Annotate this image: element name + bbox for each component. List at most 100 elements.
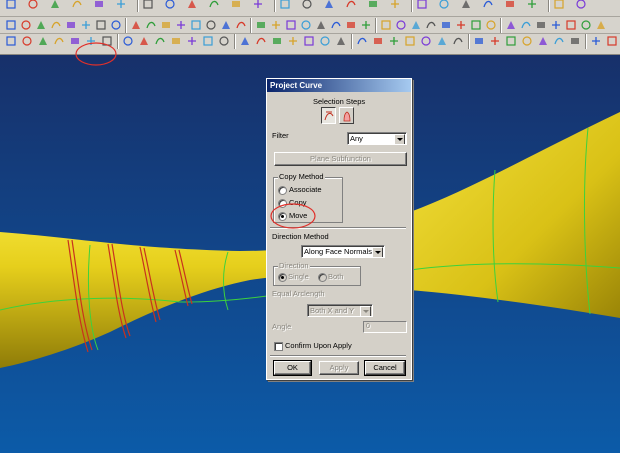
color-icon[interactable] bbox=[269, 19, 282, 31]
sew-icon[interactable] bbox=[520, 35, 533, 47]
save-icon[interactable] bbox=[439, 19, 452, 31]
undo-icon[interactable] bbox=[141, 0, 154, 10]
radio-single[interactable] bbox=[278, 273, 287, 282]
hide-icon[interactable] bbox=[329, 19, 342, 31]
plane-subfunction-button[interactable]: Plane Subfunction bbox=[274, 152, 407, 166]
revolve-icon[interactable] bbox=[49, 19, 62, 31]
redo-icon[interactable] bbox=[519, 19, 532, 31]
cone-icon[interactable] bbox=[552, 0, 565, 10]
copy-icon[interactable] bbox=[92, 0, 105, 10]
box-icon[interactable] bbox=[579, 19, 592, 31]
undo-icon[interactable] bbox=[504, 19, 517, 31]
measure-icon[interactable] bbox=[234, 19, 247, 31]
trim-surface-icon[interactable] bbox=[488, 35, 501, 47]
apply-button[interactable]: Apply bbox=[319, 361, 359, 375]
filter-select[interactable]: Any bbox=[347, 132, 407, 145]
trim-curve-icon[interactable] bbox=[217, 35, 230, 47]
extrude-icon[interactable] bbox=[64, 19, 77, 31]
analysis-icon[interactable] bbox=[552, 35, 565, 47]
arrow-icon[interactable] bbox=[564, 19, 577, 31]
analysis-icon[interactable] bbox=[254, 19, 267, 31]
sweep-icon[interactable] bbox=[79, 19, 92, 31]
sweep-icon[interactable] bbox=[403, 35, 416, 47]
zoom-icon[interactable] bbox=[344, 0, 357, 10]
circle-icon[interactable] bbox=[52, 35, 65, 47]
radio-copy[interactable] bbox=[278, 199, 287, 208]
ruled-icon[interactable] bbox=[387, 35, 400, 47]
shade-icon[interactable] bbox=[536, 35, 549, 47]
arrow-icon[interactable] bbox=[229, 0, 242, 10]
open-icon[interactable] bbox=[424, 19, 437, 31]
pan-icon[interactable] bbox=[388, 0, 401, 10]
helix-icon[interactable] bbox=[318, 35, 331, 47]
fillet-curve-icon[interactable] bbox=[153, 35, 166, 47]
box-icon[interactable] bbox=[251, 0, 264, 10]
blend-icon[interactable] bbox=[174, 19, 187, 31]
grid-icon[interactable] bbox=[594, 19, 607, 31]
offset-icon[interactable] bbox=[159, 19, 172, 31]
extend-icon[interactable] bbox=[504, 35, 517, 47]
show-icon[interactable] bbox=[344, 19, 357, 31]
project-curve-icon[interactable] bbox=[84, 35, 97, 47]
offset-curve-icon[interactable] bbox=[121, 35, 134, 47]
block-icon[interactable] bbox=[4, 19, 17, 31]
combine-icon[interactable] bbox=[169, 35, 182, 47]
paste-icon[interactable] bbox=[484, 19, 497, 31]
radio-move[interactable] bbox=[278, 212, 287, 221]
divide-icon[interactable] bbox=[238, 35, 251, 47]
point-icon[interactable] bbox=[549, 19, 562, 31]
edit-icon[interactable] bbox=[568, 35, 581, 47]
new-icon[interactable] bbox=[409, 19, 422, 31]
rotate-icon[interactable] bbox=[415, 0, 428, 10]
view-fit-icon[interactable] bbox=[322, 0, 335, 10]
open-icon[interactable] bbox=[26, 0, 39, 10]
torus-icon[interactable] bbox=[574, 0, 587, 10]
through-curves-icon[interactable] bbox=[94, 19, 107, 31]
extract-icon[interactable] bbox=[201, 35, 214, 47]
chamfer-icon[interactable] bbox=[189, 19, 202, 31]
wireframe-icon[interactable] bbox=[314, 19, 327, 31]
layout-icon[interactable] bbox=[379, 19, 392, 31]
redo-icon[interactable] bbox=[163, 0, 176, 10]
cut-icon[interactable] bbox=[454, 19, 467, 31]
through-mesh-icon[interactable] bbox=[419, 35, 432, 47]
delete-icon[interactable] bbox=[605, 35, 618, 47]
grid-icon[interactable] bbox=[278, 0, 291, 10]
blend-icon[interactable] bbox=[435, 35, 448, 47]
join-icon[interactable] bbox=[302, 35, 315, 47]
help-icon[interactable] bbox=[394, 19, 407, 31]
mirror-icon[interactable] bbox=[589, 35, 602, 47]
filter-icon[interactable] bbox=[359, 19, 372, 31]
cancel-button[interactable]: Cancel bbox=[364, 360, 406, 376]
radio-associate[interactable] bbox=[278, 186, 287, 195]
spline-icon[interactable] bbox=[68, 35, 81, 47]
step-face-button[interactable] bbox=[339, 107, 354, 124]
chevron-down-icon[interactable] bbox=[372, 247, 383, 257]
shade-icon[interactable] bbox=[299, 19, 312, 31]
paste-icon[interactable] bbox=[114, 0, 127, 10]
cylinder-icon[interactable] bbox=[525, 0, 538, 10]
fill-icon[interactable] bbox=[451, 35, 464, 47]
mesh-icon[interactable] bbox=[109, 19, 122, 31]
render-icon[interactable] bbox=[459, 0, 472, 10]
union-icon[interactable] bbox=[34, 19, 47, 31]
point-icon[interactable] bbox=[4, 35, 17, 47]
sphere-icon[interactable] bbox=[437, 0, 450, 10]
smooth-icon[interactable] bbox=[286, 35, 299, 47]
isoparametric-icon[interactable] bbox=[355, 35, 368, 47]
save-icon[interactable] bbox=[48, 0, 61, 10]
point-icon[interactable] bbox=[207, 0, 220, 10]
offset-surface-icon[interactable] bbox=[472, 35, 485, 47]
layer-icon[interactable] bbox=[300, 0, 313, 10]
equal-arclength-select[interactable]: Both X and Y bbox=[307, 304, 373, 317]
zoom-in-icon[interactable] bbox=[366, 0, 379, 10]
angle-field[interactable]: 0 bbox=[363, 321, 407, 333]
trim-icon[interactable] bbox=[144, 19, 157, 31]
section-icon[interactable] bbox=[334, 35, 347, 47]
wrap-icon[interactable] bbox=[185, 35, 198, 47]
display-icon[interactable] bbox=[284, 19, 297, 31]
new-icon[interactable] bbox=[4, 0, 17, 10]
surface-icon[interactable] bbox=[371, 35, 384, 47]
delete-icon[interactable] bbox=[185, 0, 198, 10]
delete-icon[interactable] bbox=[534, 19, 547, 31]
